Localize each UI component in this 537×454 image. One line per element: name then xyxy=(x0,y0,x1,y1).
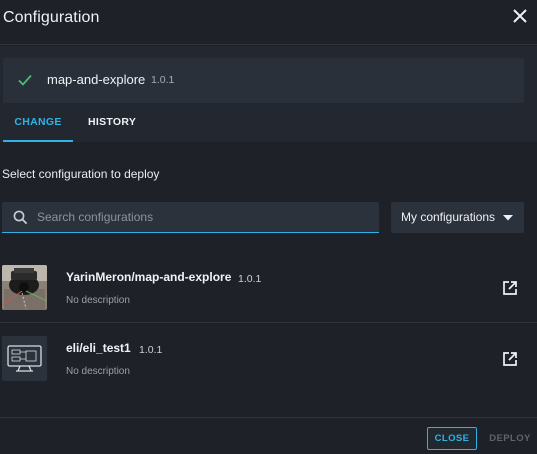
dialog-title: Configuration xyxy=(3,9,100,26)
tab-change[interactable]: CHANGE xyxy=(3,112,73,142)
configuration-version: 1.0.1 xyxy=(139,344,163,356)
open-in-new-icon[interactable] xyxy=(502,280,518,296)
search-box xyxy=(2,202,379,233)
dialog-header: Configuration xyxy=(0,0,537,45)
search-input[interactable] xyxy=(37,206,367,228)
monitor-icon xyxy=(7,345,42,372)
close-button[interactable]: CLOSE xyxy=(427,427,477,450)
current-configuration-name: map-and-explore xyxy=(47,72,146,87)
search-icon xyxy=(13,210,28,225)
configuration-description: No description xyxy=(66,295,130,306)
robot-thumbnail xyxy=(2,265,47,310)
monitor-thumbnail xyxy=(2,336,47,381)
current-configuration-card: map-and-explore 1.0.1 xyxy=(3,58,524,103)
configuration-filter-dropdown[interactable]: My configurations xyxy=(391,202,524,233)
tab-history[interactable]: HISTORY xyxy=(88,112,136,142)
deploy-button: DEPLOY xyxy=(488,427,532,450)
configuration-name: eli/eli_test1 xyxy=(66,341,131,355)
configuration-row[interactable]: eli/eli_test1 1.0.1 No description xyxy=(0,323,537,394)
chevron-down-icon xyxy=(503,215,513,221)
tab-bar: CHANGE HISTORY xyxy=(0,112,537,142)
close-icon[interactable] xyxy=(511,7,529,25)
filter-selected-value: My configurations xyxy=(401,210,496,224)
current-configuration-version: 1.0.1 xyxy=(151,74,175,86)
configuration-description: No description xyxy=(66,366,130,377)
check-icon xyxy=(18,74,32,86)
configuration-row[interactable]: YarinMeron/map-and-explore 1.0.1 No desc… xyxy=(0,252,537,323)
configuration-version: 1.0.1 xyxy=(238,273,262,285)
dialog-footer: CLOSE DEPLOY xyxy=(0,417,537,454)
configuration-dialog: Configuration map-and-explore 1.0.1 CHAN… xyxy=(0,0,537,454)
open-in-new-icon[interactable] xyxy=(502,351,518,367)
configuration-name: YarinMeron/map-and-explore xyxy=(66,270,232,284)
current-configuration-panel: map-and-explore 1.0.1 CHANGE HISTORY xyxy=(0,46,537,142)
section-label: Select configuration to deploy xyxy=(2,167,160,181)
